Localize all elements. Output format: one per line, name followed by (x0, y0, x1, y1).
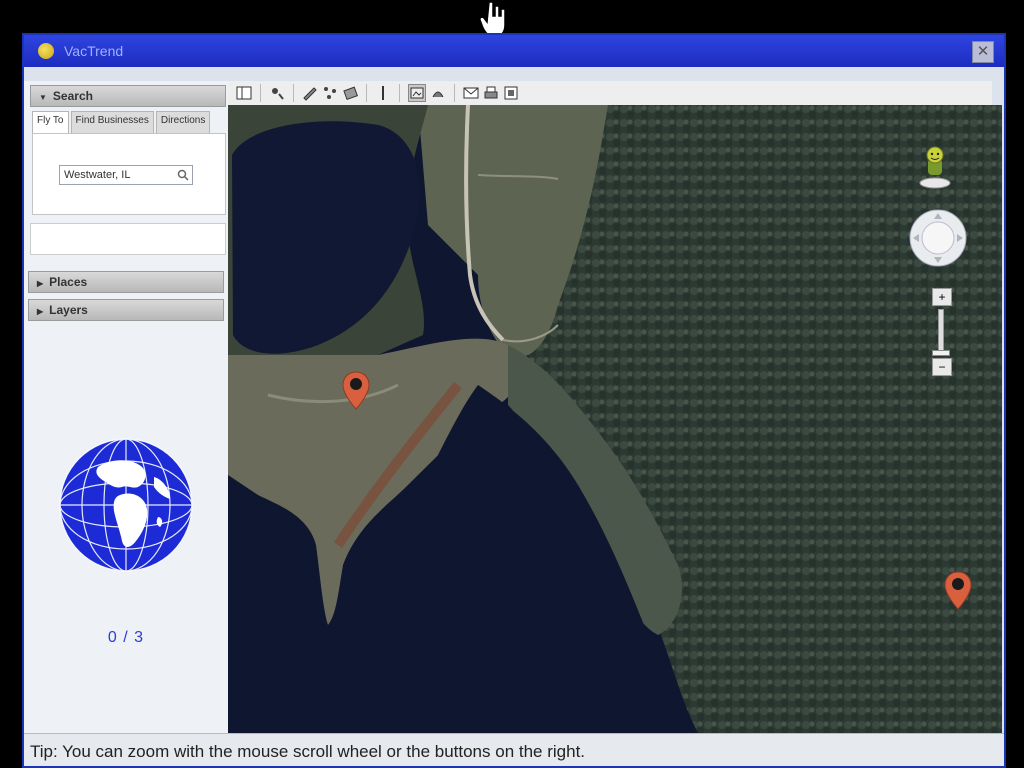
pegman-icon[interactable] (918, 145, 952, 189)
layers-header-label: Layers (49, 303, 88, 317)
tab-fly-to[interactable]: Fly To (32, 111, 69, 133)
zoom-in-button[interactable]: + (932, 288, 952, 306)
add-polygon-icon[interactable] (302, 85, 318, 101)
app-logo-icon (38, 43, 54, 59)
window-title: VacTrend (64, 43, 124, 59)
navigation-ring-icon[interactable] (908, 208, 968, 268)
search-tabs: Fly To Find Businesses Directions (32, 111, 226, 133)
sidebar-toggle-icon[interactable] (236, 85, 252, 101)
app-window: VacTrend ✕ ▼ Search Fly To Find Business… (22, 33, 1006, 768)
search-panel-header[interactable]: ▼ Search (30, 85, 226, 107)
search-header-label: Search (52, 89, 93, 103)
fly-to-input[interactable]: Westwater, IL (59, 165, 193, 185)
add-placemark-icon[interactable] (269, 85, 285, 101)
globe-icon (59, 438, 193, 572)
tab-directions[interactable]: Directions (155, 111, 211, 133)
tip-text: Tip: You can zoom with the mouse scroll … (30, 742, 586, 761)
zoom-slider[interactable] (938, 309, 944, 355)
map-toolbar (228, 81, 992, 106)
ruler-icon[interactable] (375, 85, 391, 101)
close-button[interactable]: ✕ (972, 41, 994, 63)
add-path-icon[interactable] (322, 85, 338, 101)
fly-to-input-value: Westwater, IL (64, 169, 131, 181)
layers-panel-header[interactable]: ▶ Layers (28, 299, 224, 321)
save-image-icon[interactable] (503, 85, 519, 101)
fly-to-panel: Westwater, IL (32, 133, 226, 215)
tab-find-businesses[interactable]: Find Businesses (70, 111, 154, 133)
print-icon[interactable] (483, 85, 499, 101)
places-header-label: Places (49, 275, 88, 289)
collapse-arrow-icon: ▼ (39, 93, 47, 102)
sidebar: ▼ Search Fly To Find Businesses Direction… (24, 81, 228, 738)
map-imagery[interactable] (228, 105, 1002, 733)
historical-imagery-icon[interactable] (408, 84, 426, 102)
expand-arrow-icon: ▶ (37, 307, 44, 316)
satellite-map[interactable]: + − (228, 105, 1002, 733)
magnifier-icon[interactable] (177, 169, 189, 181)
search-results-box (30, 223, 226, 255)
places-panel-header[interactable]: ▶ Places (28, 271, 224, 293)
sunlight-icon[interactable] (430, 85, 446, 101)
email-icon[interactable] (463, 85, 479, 101)
zoom-slider-handle[interactable] (932, 350, 950, 356)
title-bar[interactable]: VacTrend ✕ (24, 35, 1004, 67)
add-overlay-icon[interactable] (342, 85, 358, 101)
expand-arrow-icon: ▶ (37, 279, 44, 288)
status-bar: Tip: You can zoom with the mouse scroll … (24, 733, 1004, 766)
map-marker-icon[interactable] (342, 371, 370, 411)
zoom-out-button[interactable]: − (932, 358, 952, 376)
result-counter: 0 / 3 (107, 629, 145, 646)
map-marker-icon[interactable] (944, 571, 972, 611)
